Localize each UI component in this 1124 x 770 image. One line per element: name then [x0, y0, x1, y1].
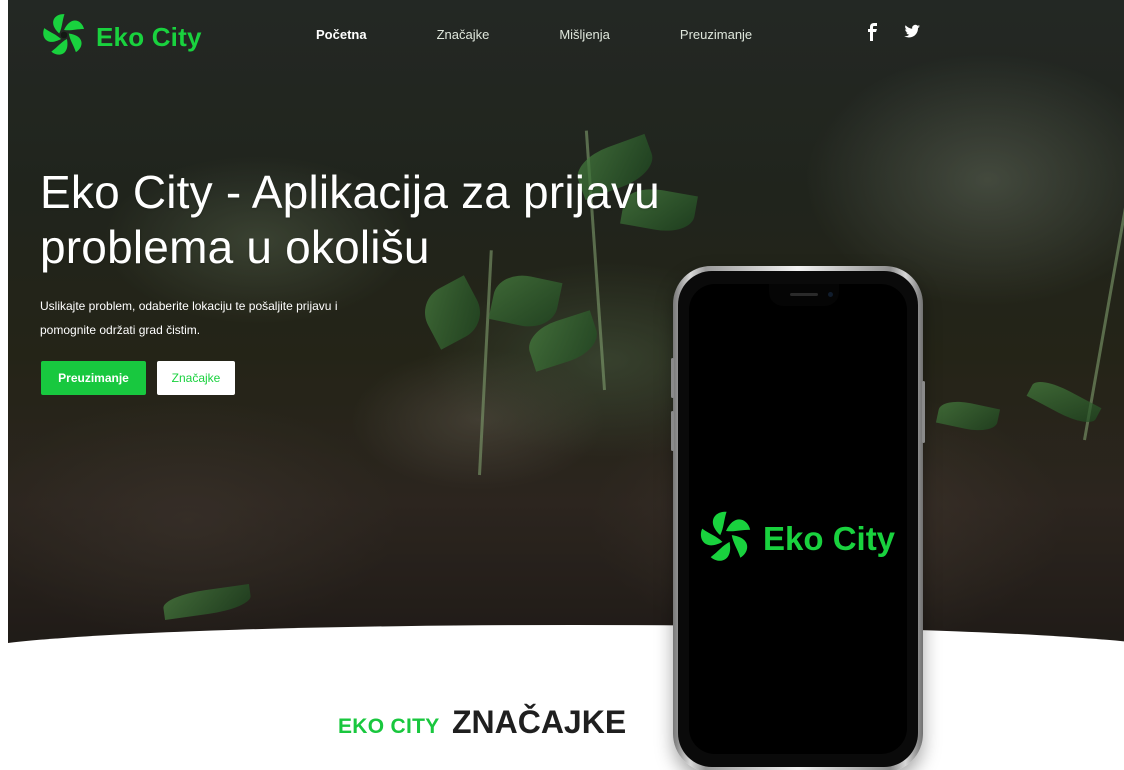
phone-screen: Eko City — [689, 284, 907, 754]
features-button[interactable]: Značajke — [157, 361, 235, 395]
phone-side-button — [671, 411, 674, 451]
phone-mockup: Eko City — [671, 266, 925, 770]
brand-link[interactable]: Eko City — [40, 11, 202, 63]
pinwheel-logo-icon — [697, 508, 755, 570]
twitter-icon[interactable] — [902, 22, 922, 42]
phone-side-button — [922, 381, 925, 443]
social-links — [862, 22, 922, 42]
pinwheel-logo-icon — [40, 11, 88, 63]
nav-item-pocetna[interactable]: Početna — [316, 27, 367, 42]
download-button[interactable]: Preuzimanje — [41, 361, 146, 395]
section-heading-big: ZNAČAJKE — [451, 704, 627, 740]
brand-name: Eko City — [96, 21, 202, 52]
hero-title: Eko City - Aplikacija za prijavu problem… — [40, 166, 660, 273]
phone-camera — [828, 292, 833, 297]
nav-item-znacajke[interactable]: Značajke — [437, 27, 490, 42]
phone-side-button — [671, 358, 674, 398]
nav-item-preuzimanje[interactable]: Preuzimanje — [680, 27, 752, 42]
phone-speaker — [790, 293, 818, 296]
phone-brand-name: Eko City — [763, 520, 896, 557]
phone-bezel: Eko City — [678, 271, 918, 767]
landing-page: Eko City Početna Značajke Mišljenja Preu… — [0, 0, 1124, 770]
features-section-heading: EKO CITY ZNAČAJKE — [338, 704, 626, 741]
top-navigation: Eko City Početna Značajke Mišljenja Preu… — [0, 0, 1124, 70]
nav-menu: Početna Značajke Mišljenja Preuzimanje — [316, 27, 822, 42]
hero-description: Uslikajte problem, odaberite lokaciju te… — [40, 299, 338, 337]
phone-brand: Eko City — [697, 508, 895, 570]
section-heading-small: EKO CITY — [338, 715, 440, 738]
facebook-icon[interactable] — [862, 22, 882, 42]
nav-item-misljenja[interactable]: Mišljenja — [559, 27, 610, 42]
